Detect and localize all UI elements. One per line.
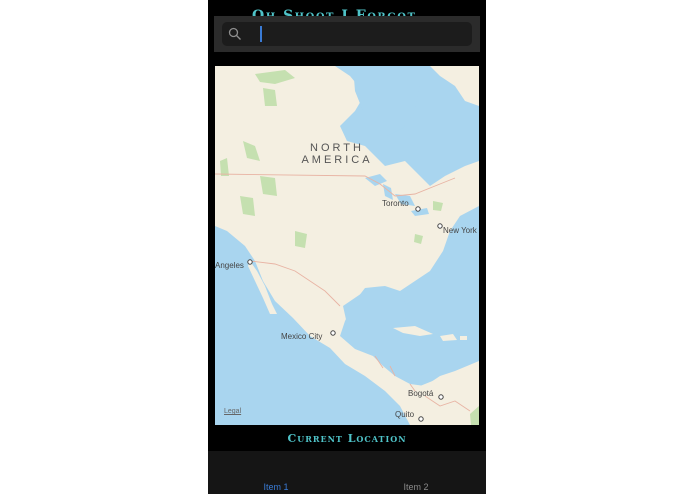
continent-label-line1: NORTH: [310, 142, 364, 154]
tab-item-2[interactable]: Item 2: [376, 482, 456, 492]
tab-item-1[interactable]: Item 1: [236, 482, 316, 492]
search-field[interactable]: [222, 22, 472, 46]
text-caret: [260, 26, 262, 42]
continent-label: NORTH AMERICA: [287, 142, 387, 166]
phone-screen: Oh Shoot I Forgot ...: [208, 0, 486, 494]
search-bar: [214, 16, 480, 52]
city-label-toronto[interactable]: Toronto: [382, 199, 409, 208]
search-input[interactable]: [264, 24, 468, 46]
city-label-new-york[interactable]: New York: [443, 226, 477, 235]
city-label-los-angeles[interactable]: Angeles: [215, 261, 244, 270]
map-graphic: [215, 66, 479, 425]
continent-label-line2: AMERICA: [301, 154, 373, 166]
current-location-label: Current Location: [287, 432, 407, 445]
city-label-bogota[interactable]: Bogotá: [408, 389, 433, 398]
city-label-mexico-city[interactable]: Mexico City: [281, 332, 322, 341]
city-label-quito[interactable]: Quito: [395, 410, 414, 419]
tab-bar: Item 1 Item 2: [208, 451, 486, 494]
search-icon: [228, 27, 241, 40]
map-view[interactable]: NORTH AMERICA Toronto New York Angeles M…: [215, 66, 479, 425]
legal-link[interactable]: Legal: [224, 408, 241, 415]
